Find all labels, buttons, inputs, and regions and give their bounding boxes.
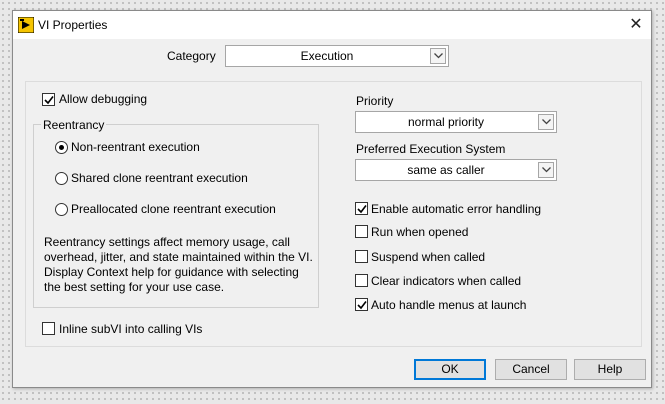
- checkmark-icon: [357, 205, 367, 214]
- category-select[interactable]: Execution: [225, 45, 449, 67]
- clear-indicators-label[interactable]: Clear indicators when called: [371, 274, 521, 288]
- auto-handle-menus-label[interactable]: Auto handle menus at launch: [371, 298, 526, 312]
- priority-value: normal priority: [407, 115, 485, 129]
- non-reentrant-radio[interactable]: [55, 141, 68, 154]
- inline-subvi-checkbox[interactable]: [42, 322, 55, 335]
- non-reentrant-label[interactable]: Non-reentrant execution: [71, 140, 200, 154]
- category-label: Category: [167, 49, 216, 63]
- run-when-opened-checkbox[interactable]: [355, 225, 368, 238]
- preallocated-clone-radio[interactable]: [55, 203, 68, 216]
- cancel-button[interactable]: Cancel: [495, 359, 567, 380]
- suspend-when-called-checkbox[interactable]: [355, 250, 368, 263]
- execution-system-select[interactable]: same as caller: [355, 159, 557, 181]
- window-title: VI Properties: [38, 18, 108, 32]
- inline-subvi-label[interactable]: Inline subVI into calling VIs: [59, 322, 202, 336]
- suspend-when-called-label[interactable]: Suspend when called: [371, 250, 485, 264]
- chevron-down-icon[interactable]: [538, 114, 554, 130]
- reentrancy-description: Reentrancy settings affect memory usage,…: [44, 235, 313, 294]
- allow-debugging-checkbox[interactable]: [42, 93, 55, 106]
- enable-error-handling-checkbox[interactable]: [355, 202, 368, 215]
- checkmark-icon: [44, 96, 54, 105]
- vi-properties-dialog: VI Properties ✕ Category Execution Allow…: [12, 10, 652, 388]
- execution-system-value: same as caller: [407, 163, 485, 177]
- execution-system-label: Preferred Execution System: [356, 142, 506, 156]
- reentrancy-group-title: Reentrancy: [41, 118, 107, 132]
- priority-select[interactable]: normal priority: [355, 111, 557, 133]
- priority-label: Priority: [356, 94, 394, 108]
- close-icon[interactable]: ✕: [621, 11, 651, 39]
- clear-indicators-checkbox[interactable]: [355, 274, 368, 287]
- shared-clone-radio[interactable]: [55, 172, 68, 185]
- auto-handle-menus-checkbox[interactable]: [355, 298, 368, 311]
- chevron-down-icon[interactable]: [538, 162, 554, 178]
- category-value: Execution: [300, 49, 354, 63]
- title-bar: VI Properties ✕: [13, 11, 651, 39]
- enable-error-handling-label[interactable]: Enable automatic error handling: [371, 202, 541, 216]
- labview-app-icon: [18, 17, 34, 33]
- preallocated-clone-label[interactable]: Preallocated clone reentrant execution: [71, 202, 276, 216]
- shared-clone-label[interactable]: Shared clone reentrant execution: [71, 171, 248, 185]
- help-button[interactable]: Help: [574, 359, 646, 380]
- radio-selected-dot: [59, 145, 64, 150]
- run-when-opened-label[interactable]: Run when opened: [371, 225, 468, 239]
- allow-debugging-label[interactable]: Allow debugging: [59, 92, 147, 106]
- ok-button[interactable]: OK: [414, 359, 486, 380]
- checkmark-icon: [357, 301, 367, 310]
- chevron-down-icon[interactable]: [430, 48, 446, 64]
